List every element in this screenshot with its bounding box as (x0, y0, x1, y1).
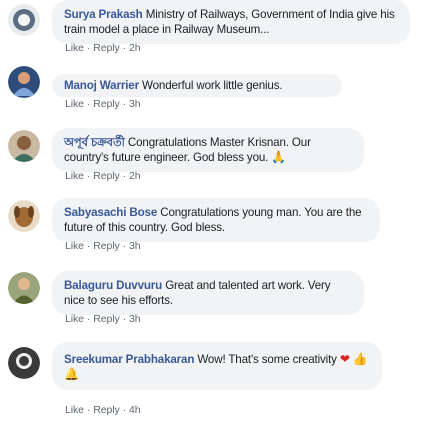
comment-author[interactable]: Sreekumar Prabhakaran (64, 353, 194, 366)
comment-time: 2h (129, 42, 141, 54)
reply-link[interactable]: Reply (93, 240, 119, 252)
comment-text: Wow! That's some creativity (197, 353, 337, 366)
like-link[interactable]: Like (65, 313, 84, 325)
like-link[interactable]: Like (65, 170, 84, 182)
comment-author[interactable]: Surya Prakash (64, 8, 143, 21)
avatar[interactable] (8, 347, 40, 379)
dog-photo-icon (8, 200, 40, 232)
avatar[interactable] (8, 4, 40, 36)
comment-actions: Like · Reply · 2h (65, 170, 141, 182)
avatar[interactable] (8, 66, 40, 98)
comment-time: 3h (129, 313, 141, 325)
thumbs-up-icon: 👍 (352, 352, 368, 366)
person-photo-icon (8, 66, 40, 98)
bell-icon: 🔔 (64, 367, 79, 381)
comment-author[interactable]: Sabyasachi Bose (64, 206, 157, 219)
reply-link[interactable]: Reply (93, 98, 119, 110)
comment-actions: Like · Reply · 3h (65, 240, 141, 252)
comment-time: 4h (129, 404, 141, 416)
comment-time: 2h (129, 170, 141, 182)
comment-bubble: Surya Prakash Ministry of Railways, Gove… (52, 0, 410, 44)
folded-hands-icon: 🙏 (271, 150, 287, 164)
comment-author[interactable]: Balaguru Duvvuru (64, 279, 162, 292)
like-link[interactable]: Like (65, 98, 84, 110)
heart-icon: ❤ (339, 352, 350, 366)
comment-author[interactable]: অপূর্ব চক্রবর্তী (64, 136, 125, 149)
person-photo-icon (8, 130, 40, 162)
like-link[interactable]: Like (65, 240, 84, 252)
comment-time: 3h (129, 240, 141, 252)
comment-bubble: Balaguru Duvvuru Great and talented art … (52, 271, 364, 315)
reply-link[interactable]: Reply (93, 313, 119, 325)
comment-actions: Like · Reply · 2h (65, 42, 141, 54)
person-photo-icon (8, 272, 40, 304)
comment-bubble: অপূর্ব চক্রবর্তী Congratulations Master … (52, 128, 364, 172)
reply-link[interactable]: Reply (93, 170, 119, 182)
comment-author[interactable]: Manoj Warrier (64, 79, 139, 92)
avatar[interactable] (8, 130, 40, 162)
comment-bubble: Sabyasachi Bose Congratulations young ma… (52, 198, 380, 242)
comment-bubble: Manoj Warrier Wonderful work little geni… (52, 74, 342, 97)
like-link[interactable]: Like (65, 42, 84, 54)
comment-actions: Like · Reply · 3h (65, 98, 141, 110)
orange-circle-icon (8, 4, 40, 36)
reply-link[interactable]: Reply (93, 404, 119, 416)
comment-text: Wonderful work little genius. (142, 79, 283, 92)
avatar[interactable] (8, 272, 40, 304)
comment-time: 3h (129, 98, 141, 110)
reply-link[interactable]: Reply (93, 42, 119, 54)
person-photo-icon (8, 347, 40, 379)
comment-bubble: Sreekumar Prabhakaran Wow! That's some c… (52, 342, 382, 390)
like-link[interactable]: Like (65, 404, 84, 416)
comment-actions: Like · Reply · 4h (65, 404, 141, 416)
comment-actions: Like · Reply · 3h (65, 313, 141, 325)
avatar[interactable] (8, 200, 40, 232)
